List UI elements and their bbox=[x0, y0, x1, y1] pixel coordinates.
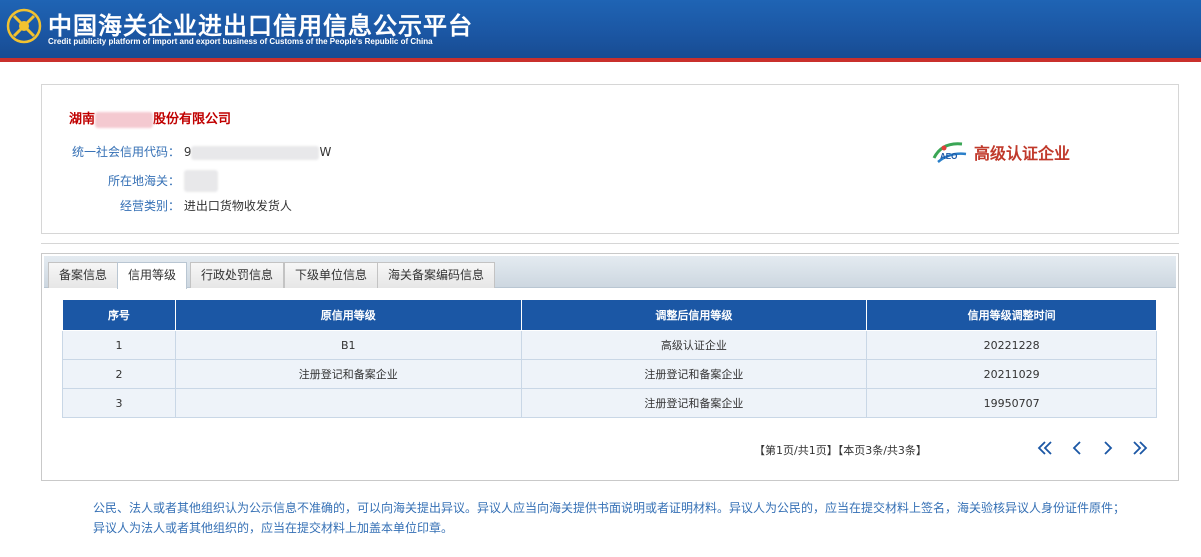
aeo-badge-text: 高级认证企业 bbox=[974, 144, 1071, 163]
table-cell: B1 bbox=[174, 330, 522, 360]
credit-code-suffix: W bbox=[319, 145, 332, 159]
site-subtitle: Credit publicity platform of import and … bbox=[48, 37, 433, 46]
business-type-label: 经营类别： bbox=[120, 199, 181, 213]
tab-filing-code-info[interactable]: 海关备案编码信息 bbox=[377, 262, 496, 288]
prev-page-icon bbox=[1072, 441, 1081, 455]
prev-page-button[interactable] bbox=[1065, 436, 1089, 460]
company-name: 湖南 股份有限公司 bbox=[69, 108, 231, 128]
column-header-original-level: 原信用等级 bbox=[174, 299, 522, 331]
table-cell: 2 bbox=[62, 359, 176, 389]
business-type-value: 进出口货物收发货人 bbox=[183, 199, 292, 213]
company-name-prefix: 湖南 bbox=[69, 112, 96, 127]
table-cell: 高级认证企业 bbox=[520, 330, 868, 360]
last-page-icon bbox=[1133, 441, 1148, 455]
site-header: 中国海关企业进出口信用信息公示平台 Credit publicity platf… bbox=[0, 0, 1201, 62]
tabs-panel: 备案信息 信用等级 行政处罚信息 下级单位信息 海关备案编码信息 序号 原信用等… bbox=[41, 253, 1179, 481]
objection-notice: 公民、法人或者其他组织认为公示信息不准确的，可以向海关提出异议。异议人应当向海关… bbox=[93, 501, 1126, 535]
credit-code-prefix: 9 bbox=[183, 145, 192, 159]
company-info-panel: 湖南 股份有限公司 统一社会信用代码： 9 W 所在地海关： 经营类别： 进出口货物… bbox=[41, 84, 1179, 234]
table-cell: 注册登记和备案企业 bbox=[520, 359, 868, 389]
credit-code-row: 统一社会信用代码： 9 W bbox=[72, 143, 331, 160]
first-page-button[interactable] bbox=[1033, 436, 1057, 460]
credit-code-label: 统一社会信用代码： bbox=[72, 145, 181, 159]
customs-emblem-icon bbox=[6, 8, 42, 44]
first-page-icon bbox=[1037, 441, 1052, 455]
aeo-logo-icon: AEO bbox=[932, 142, 967, 163]
last-page-button[interactable] bbox=[1128, 436, 1152, 460]
company-name-suffix: 股份有限公司 bbox=[153, 112, 232, 127]
table-row: 2 注册登记和备案企业 注册登记和备案企业 20211029 bbox=[62, 359, 1157, 389]
tab-credit-level[interactable]: 信用等级 bbox=[117, 262, 188, 289]
next-page-button[interactable] bbox=[1096, 436, 1120, 460]
customs-label: 所在地海关： bbox=[108, 173, 181, 188]
tab-subsidiary-info[interactable]: 下级单位信息 bbox=[284, 262, 379, 288]
aeo-badge: AEO 高级认证企业 bbox=[932, 137, 1070, 167]
redacted-credit-code bbox=[191, 145, 320, 160]
table-cell: 19950707 bbox=[866, 388, 1157, 418]
table-cell: 注册登记和备案企业 bbox=[174, 359, 522, 389]
tab-penalty-info[interactable]: 行政处罚信息 bbox=[190, 262, 285, 288]
section-divider bbox=[41, 243, 1179, 244]
pager-info: 【第1页/共1页】【本页3条/共3条】 bbox=[754, 444, 927, 457]
redacted-name-block bbox=[95, 111, 154, 128]
credit-level-table: 序号 原信用等级 调整后信用等级 信用等级调整时间 1 B1 高级认证企业 20… bbox=[62, 299, 1157, 418]
customs-row: 所在地海关： bbox=[108, 170, 218, 192]
table-cell: 注册登记和备案企业 bbox=[520, 388, 868, 418]
table-cell: 1 bbox=[62, 330, 176, 360]
tab-filing-info[interactable]: 备案信息 bbox=[48, 262, 119, 288]
redacted-customs bbox=[183, 170, 218, 192]
business-type-row: 经营类别： 进出口货物收发货人 bbox=[120, 197, 292, 214]
header-stripe bbox=[0, 58, 1201, 62]
table-cell bbox=[174, 388, 522, 418]
next-page-icon bbox=[1104, 441, 1113, 455]
column-header-index: 序号 bbox=[62, 299, 176, 331]
column-header-adjust-date: 信用等级调整时间 bbox=[866, 299, 1157, 331]
site-title: 中国海关企业进出口信用信息公示平台 bbox=[48, 12, 473, 40]
column-header-adjusted-level: 调整后信用等级 bbox=[520, 299, 868, 331]
table-header-row: 序号 原信用等级 调整后信用等级 信用等级调整时间 bbox=[62, 299, 1157, 331]
tab-bar: 备案信息 信用等级 行政处罚信息 下级单位信息 海关备案编码信息 bbox=[44, 256, 1176, 289]
table-cell: 3 bbox=[62, 388, 176, 418]
table-row: 3 注册登记和备案企业 19950707 bbox=[62, 388, 1157, 418]
table-row: 1 B1 高级认证企业 20221228 bbox=[62, 330, 1157, 360]
table-cell: 20221228 bbox=[866, 330, 1157, 360]
table-cell: 20211029 bbox=[866, 359, 1157, 389]
aeo-logo-mark: AEO bbox=[940, 152, 957, 161]
